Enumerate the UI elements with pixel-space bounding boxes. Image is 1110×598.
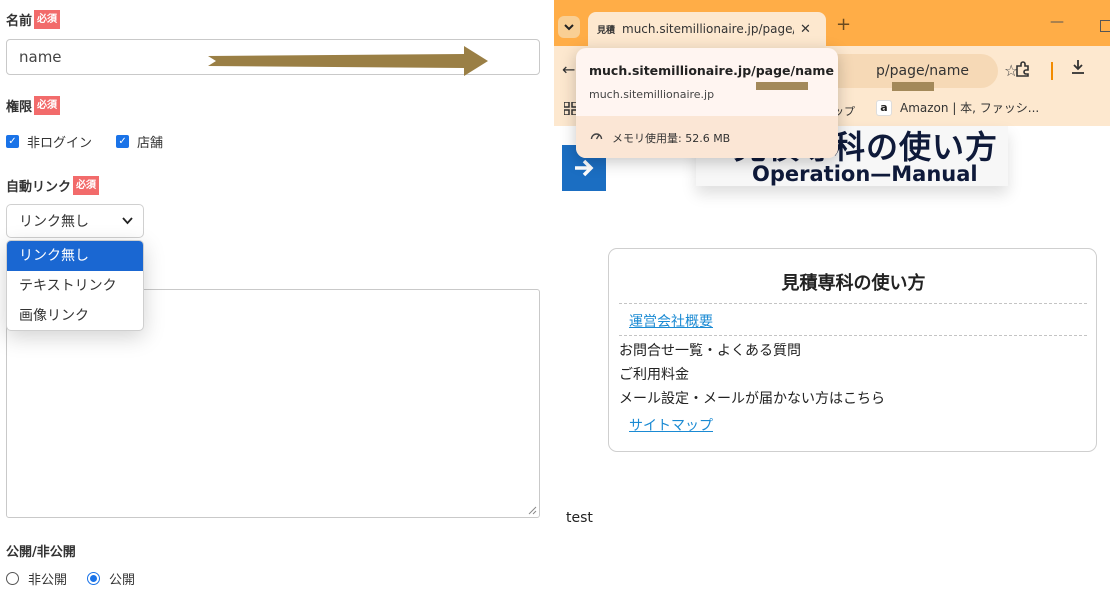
maximize-icon[interactable]: [1100, 20, 1110, 32]
minimize-icon[interactable]: —: [1050, 14, 1064, 30]
visibility-field-label: 公開/非公開: [6, 545, 76, 560]
item-contact-faq: お問合せ一覧・よくある質問: [619, 343, 801, 359]
address-bar-text: p/page/name: [876, 63, 969, 79]
extensions-puzzle-icon[interactable]: [1014, 60, 1032, 78]
radio-public[interactable]: [87, 572, 101, 585]
radio-private-label: 非公開: [28, 573, 68, 588]
radio-private[interactable]: [6, 572, 19, 585]
tab-active[interactable]: 見積 much.sitemillionaire.jp/page/na ✕: [588, 12, 826, 46]
site-favicon-icon: 見積: [596, 25, 615, 36]
tab-strip: 見積 much.sitemillionaire.jp/page/na ✕ + —: [554, 0, 1110, 50]
annotation-arrow-icon: [208, 46, 488, 76]
required-badge: 必須: [73, 176, 100, 195]
auto-link-field-label: 自動リンク 必須: [6, 176, 100, 195]
checkbox-non-login-label: 非ログイン: [27, 136, 93, 151]
auto-link-dropdown: リンク無し テキストリンク 画像リンク: [6, 240, 144, 331]
bookmark-amazon[interactable]: a Amazon | 本, ファッシ...: [876, 99, 1039, 116]
manual-info-box: 見積専科の使い方 運営会社概要 お問合せ一覧・よくある質問 ご利用料金 メール設…: [608, 248, 1097, 452]
dropdown-option-image-link[interactable]: 画像リンク: [7, 301, 143, 330]
divider: [619, 335, 1087, 336]
page-text-test: test: [566, 510, 593, 526]
amazon-icon: a: [876, 99, 892, 116]
redaction-mark: [892, 82, 934, 91]
arrow-right-icon: [575, 159, 594, 177]
checkbox-non-login[interactable]: ✓: [6, 135, 19, 148]
required-badge: 必須: [34, 10, 61, 29]
info-box-title: 見積専科の使い方: [781, 273, 926, 294]
divider: [619, 303, 1087, 304]
required-badge: 必須: [34, 96, 61, 115]
chevron-down-icon: [564, 23, 574, 30]
hover-card-memory: メモリ使用量: 52.6 MB: [612, 132, 731, 145]
dropdown-option-text-link[interactable]: テキストリンク: [7, 271, 143, 301]
form-panel: 名前 必須 権限 必須 ✓ 非ログイン ✓ 店舗 自動リンク 必須 リンク無し …: [0, 0, 548, 598]
new-tab-button[interactable]: +: [836, 14, 851, 35]
download-icon[interactable]: [1069, 58, 1087, 76]
permission-checkboxes: ✓ 非ログイン ✓ 店舗: [6, 132, 163, 151]
redaction-mark: [756, 82, 808, 90]
close-icon[interactable]: ✕: [800, 22, 811, 37]
visibility-radios: 非公開 公開: [6, 569, 135, 588]
checkbox-store[interactable]: ✓: [116, 135, 130, 148]
hover-card-title: much.sitemillionaire.jp/page/name: [589, 63, 834, 78]
browser-window: 見積 much.sitemillionaire.jp/page/na ✕ + —…: [554, 0, 1110, 598]
auto-link-select[interactable]: リンク無し: [6, 204, 144, 238]
radio-public-label: 公開: [109, 573, 136, 588]
resize-grip-icon[interactable]: [528, 506, 537, 515]
checkbox-store-label: 店舗: [137, 136, 164, 151]
memory-gauge-icon: [590, 133, 603, 140]
tab-hover-card: much.sitemillionaire.jp/page/name much.s…: [576, 48, 838, 158]
name-field-label: 名前 必須: [6, 10, 61, 29]
item-mail-settings: メール設定・メールが届かない方はこちら: [619, 391, 885, 407]
tab-search-button[interactable]: [558, 16, 580, 38]
permission-field-label: 権限 必須: [6, 96, 61, 115]
toolbar-divider: [1051, 62, 1053, 80]
dropdown-option-no-link[interactable]: リンク無し: [7, 241, 143, 271]
banner-title-en: Operation—Manual: [752, 162, 978, 186]
link-sitemap[interactable]: サイトマップ: [629, 415, 713, 435]
hover-card-footer: メモリ使用量: 52.6 MB: [576, 116, 838, 158]
tab-title: much.sitemillionaire.jp/page/na: [622, 22, 794, 36]
link-company-overview[interactable]: 運営会社概要: [629, 311, 713, 331]
hover-card-domain: much.sitemillionaire.jp: [589, 88, 715, 101]
bookmark-amazon-label: Amazon | 本, ファッシ...: [900, 101, 1040, 115]
chevron-down-icon: [122, 217, 133, 225]
back-arrow-icon[interactable]: ←: [562, 60, 575, 79]
auto-link-select-value: リンク無し: [19, 214, 89, 230]
item-pricing: ご利用料金: [619, 367, 689, 383]
